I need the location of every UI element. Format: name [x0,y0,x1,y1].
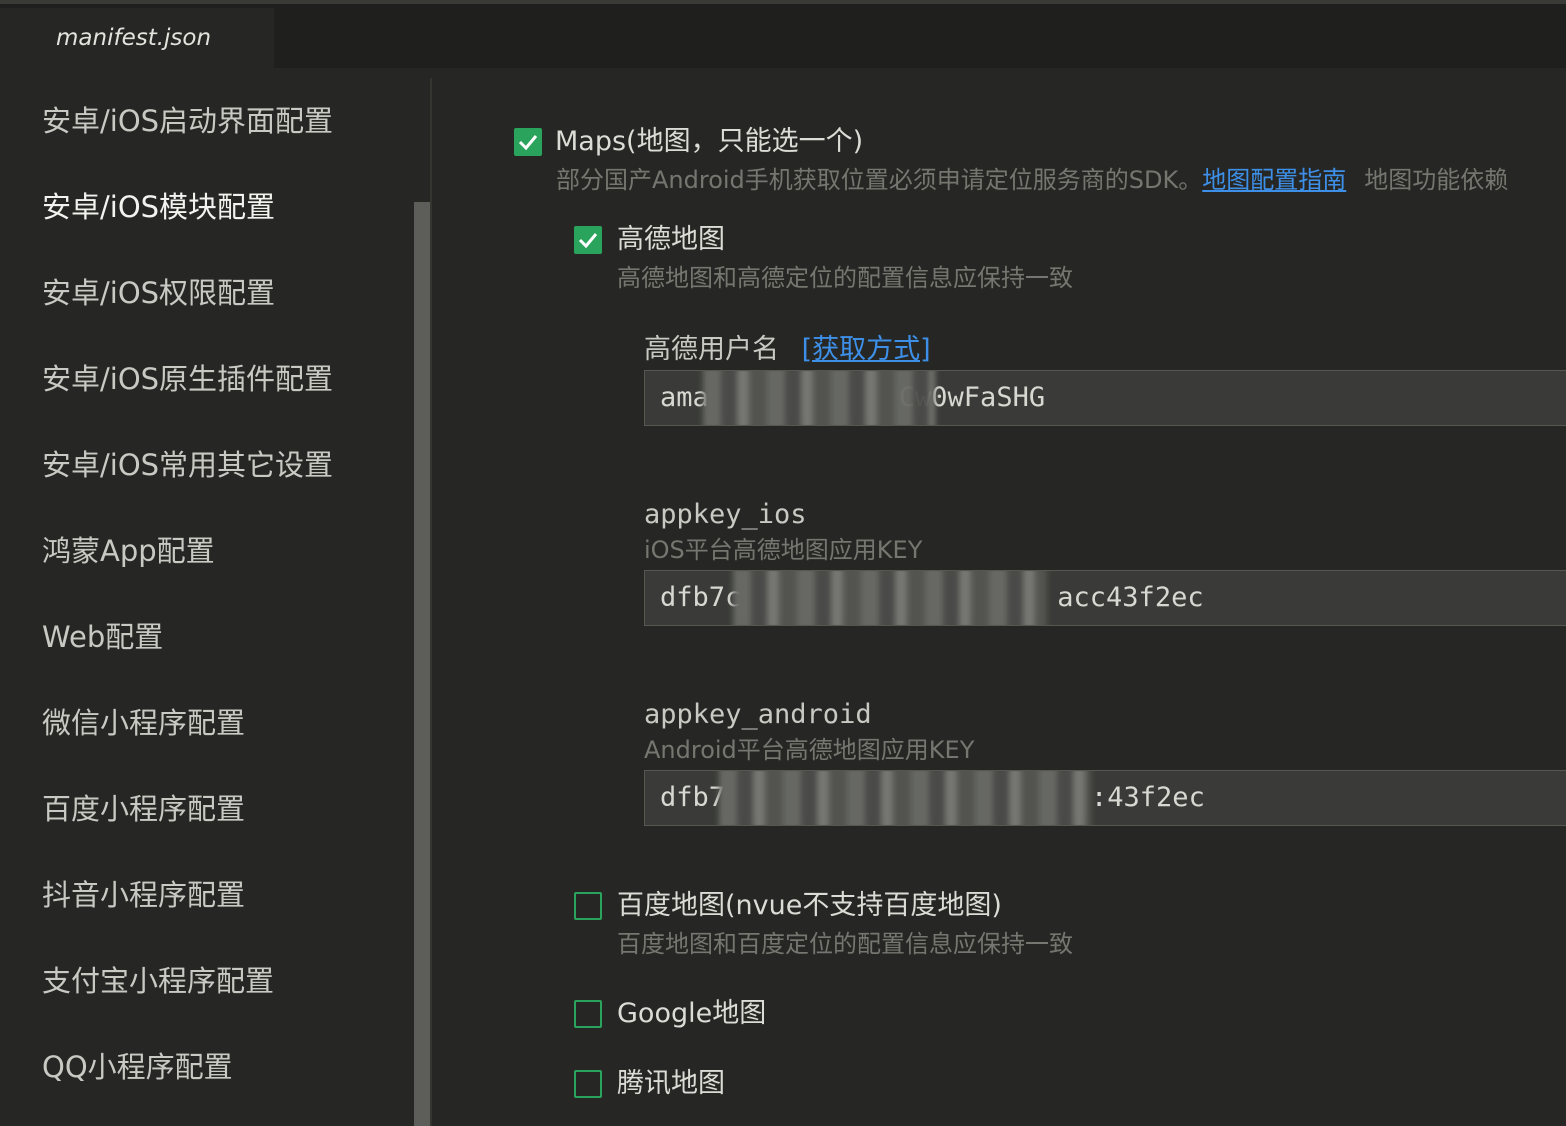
appkey-android-value-start: dfb7 [660,782,726,813]
appkey-ios-hint: iOS平台高德地图应用KEY [644,536,923,564]
appkey-ios-value-end: acc43f2ec [1057,582,1204,613]
amap-description: 高德地图和高德定位的配置信息应保持一致 [617,264,1073,292]
sidebar-item-alipay-mp[interactable]: 支付宝小程序配置 [42,955,274,1007]
amap-checkbox[interactable] [574,226,602,254]
tab-manifest-json[interactable]: manifest.json [0,8,274,68]
map-config-guide-link[interactable]: 地图配置指南 [1202,166,1346,194]
sidebar-item-harmony-app[interactable]: 鸿蒙App配置 [42,525,215,577]
check-icon [518,135,538,151]
sidebar-item-other-settings[interactable]: 安卓/iOS常用其它设置 [42,439,333,491]
appkey-ios-value-start: dfb7c [660,582,742,613]
tencent-map-label: 腾讯地图 [617,1068,725,1099]
baidu-map-checkbox[interactable] [574,892,602,920]
amap-username-label: 高德用户名 [获取方式] [644,332,931,368]
sidebar: 安卓/iOS启动界面配置 安卓/iOS模块配置 安卓/iOS权限配置 安卓/iO… [0,68,430,1126]
redacted-blur [719,771,1091,825]
sidebar-item-baidu-mp[interactable]: 百度小程序配置 [42,783,245,835]
sidebar-item-douyin-mp[interactable]: 抖音小程序配置 [42,869,245,921]
maps-label: Maps(地图，只能选一个) [555,126,864,157]
appkey-android-hint: Android平台高德地图应用KEY [644,736,975,764]
get-username-method-link[interactable]: [获取方式] [802,334,931,365]
appkey-android-input[interactable]: dfb7 :43f2ec [644,770,1566,826]
amap-label: 高德地图 [617,224,725,255]
amap-username-value-start: ama [660,382,709,413]
baidu-map-label: 百度地图(nvue不支持百度地图) [617,890,1002,921]
maps-description: 部分国产Android手机获取位置必须申请定位服务商的SDK。地图配置指南 地图功… [556,164,1508,196]
maps-description-text: 部分国产Android手机获取位置必须申请定位服务商的SDK。 [556,166,1203,194]
sidebar-item-web[interactable]: Web配置 [42,611,163,663]
appkey-android-value-end: :43f2ec [1091,782,1205,813]
sidebar-item-modules[interactable]: 安卓/iOS模块配置 [42,181,275,233]
sidebar-item-permissions[interactable]: 安卓/iOS权限配置 [42,267,275,319]
maps-description-suffix: 地图功能依赖 [1364,166,1509,194]
redacted-blur [733,571,1047,625]
appkey-ios-label: appkey_ios [644,499,807,530]
redacted-blur [703,371,935,425]
appkey-android-label: appkey_android [644,699,872,730]
sidebar-item-launch-screen[interactable]: 安卓/iOS启动界面配置 [42,95,333,147]
sidebar-item-native-plugins[interactable]: 安卓/iOS原生插件配置 [42,353,333,405]
google-map-label: Google地图 [617,998,767,1029]
amap-username-label-text: 高德用户名 [644,334,779,365]
tencent-map-checkbox[interactable] [574,1070,602,1098]
sidebar-item-qq-mp[interactable]: QQ小程序配置 [42,1041,233,1093]
google-map-checkbox[interactable] [574,1000,602,1028]
main-panel: Maps(地图，只能选一个) 部分国产Android手机获取位置必须申请定位服务… [432,68,1566,1126]
maps-checkbox[interactable] [514,128,542,156]
sidebar-item-weixin-mp[interactable]: 微信小程序配置 [42,697,245,749]
amap-username-input[interactable]: ama Cw0wFaSHG [644,370,1566,426]
tab-bar-top-line [0,0,1566,4]
sidebar-scrollbar-thumb[interactable] [414,202,430,1126]
check-icon [578,233,598,249]
baidu-map-description: 百度地图和百度定位的配置信息应保持一致 [617,930,1073,958]
tab-bar: manifest.json [0,0,1566,68]
appkey-ios-input[interactable]: dfb7c acc43f2ec [644,570,1566,626]
